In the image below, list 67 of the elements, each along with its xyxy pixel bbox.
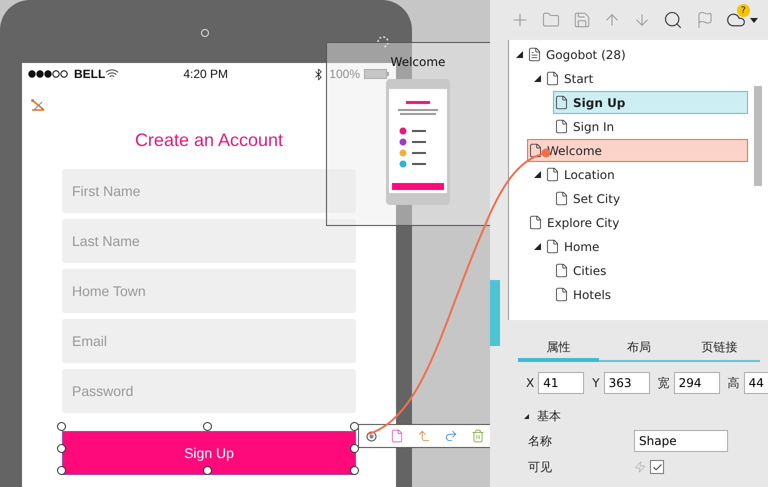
- geometry-field[interactable]: 44: [744, 372, 768, 394]
- page-icon[interactable]: [545, 167, 560, 182]
- property-field[interactable]: Shape: [634, 430, 728, 452]
- tree-item[interactable]: Set City: [553, 187, 748, 210]
- tree-item[interactable]: Home: [533, 235, 748, 258]
- battery-icon: [364, 69, 390, 79]
- list-icon[interactable]: [527, 47, 542, 62]
- page-icon[interactable]: [545, 71, 560, 86]
- page-icon[interactable]: [554, 287, 569, 302]
- page-icon[interactable]: [528, 143, 543, 158]
- expanded-triangle-icon[interactable]: [524, 414, 529, 419]
- search-icon[interactable]: [663, 10, 684, 30]
- geometry-label: Y: [592, 376, 600, 390]
- tree-item[interactable]: Welcome: [527, 139, 748, 162]
- expand-triangle-icon[interactable]: [534, 243, 541, 250]
- help-badge[interactable]: ?: [736, 4, 750, 17]
- inspector-tab[interactable]: 属性: [518, 336, 599, 362]
- scroll-position-marker: [490, 280, 500, 346]
- trash-icon[interactable]: [470, 429, 484, 443]
- geometry-label: 宽: [658, 374, 670, 392]
- text-field[interactable]: Last Name: [62, 219, 356, 263]
- resize-arrow-icon: [30, 98, 46, 112]
- signal-dots-icon: [28, 70, 70, 78]
- checkbox[interactable]: [650, 460, 664, 474]
- tree-item[interactable]: Cities: [553, 259, 748, 282]
- tree-item[interactable]: Start: [533, 67, 748, 90]
- property-label: 名称: [528, 432, 553, 450]
- geometry-label: X: [526, 376, 534, 390]
- page-icon[interactable]: [554, 119, 569, 134]
- expand-triangle-icon[interactable]: [516, 51, 523, 58]
- page-icon[interactable]: [554, 95, 569, 110]
- page-icon[interactable]: [554, 191, 569, 206]
- tree-item[interactable]: Gogobot (28): [515, 43, 748, 66]
- expand-triangle-icon[interactable]: [534, 75, 541, 82]
- section-title: 基本: [537, 408, 561, 425]
- clock-label: 4:20 PM: [183, 67, 228, 81]
- sign-up-button[interactable]: Sign Up: [62, 431, 356, 475]
- geometry-field[interactable]: 363: [604, 372, 650, 394]
- caret-icon[interactable]: [750, 18, 758, 22]
- link-target-icon[interactable]: [366, 430, 376, 442]
- page-icon[interactable]: [554, 263, 569, 278]
- tree-item[interactable]: Hotels: [553, 283, 748, 306]
- tree-item[interactable]: Sign Up: [553, 91, 748, 114]
- text-field[interactable]: Home Town: [62, 269, 356, 313]
- camera-dot: [201, 29, 209, 37]
- tree-item[interactable]: Sign In: [553, 115, 748, 138]
- page-title: Create an Account: [134, 130, 284, 151]
- redo-arrow-icon[interactable]: [444, 429, 458, 443]
- text-field[interactable]: Password: [62, 369, 356, 413]
- text-field[interactable]: Email: [62, 319, 356, 363]
- battery-label: 100%: [329, 67, 360, 81]
- inspector-tab[interactable]: 页链接: [679, 336, 760, 362]
- text-field[interactable]: First Name: [62, 169, 356, 213]
- geometry-field[interactable]: 294: [674, 372, 720, 394]
- geometry-label: 高: [728, 374, 740, 392]
- tree-item[interactable]: Explore City: [527, 211, 748, 234]
- page-icon[interactable]: [545, 239, 560, 254]
- property-label: 可见: [528, 458, 553, 476]
- expand-triangle-icon[interactable]: [534, 171, 541, 178]
- inspector-tab[interactable]: 布局: [598, 336, 680, 362]
- page-icon[interactable]: [528, 215, 543, 230]
- carrier-label: BELL: [74, 67, 106, 81]
- checkmark-icon: [652, 462, 662, 472]
- geometry-field[interactable]: 41: [538, 372, 584, 394]
- corner-arrow-icon[interactable]: [416, 429, 430, 443]
- tree-item[interactable]: Location: [533, 163, 748, 186]
- preview-title: Welcome: [390, 55, 446, 69]
